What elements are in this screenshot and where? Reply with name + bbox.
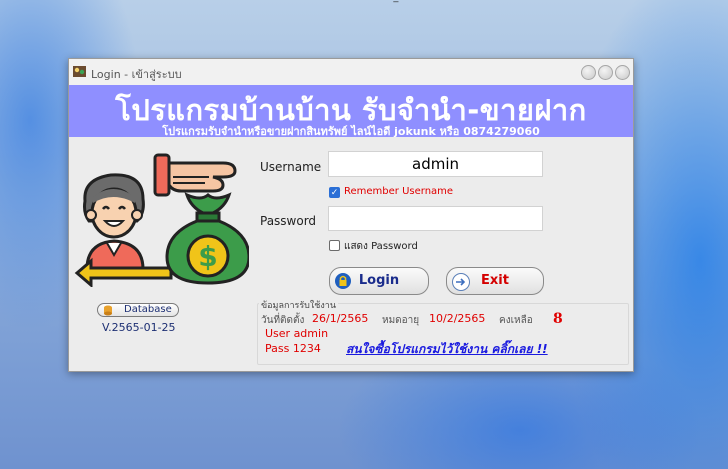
banner: โปรแกรมบ้านบ้าน รับจำนำ-ขายฝาก โปรแกรมรั… — [69, 85, 633, 138]
minimize-button[interactable] — [581, 65, 596, 80]
expire-date-label: หมดอายุ — [382, 315, 420, 326]
money-bag-icon: $ — [165, 192, 249, 285]
database-icon — [104, 305, 112, 316]
expire-date-value: 10/2/2565 — [429, 312, 486, 325]
app-icon — [73, 66, 86, 77]
svg-text:$: $ — [198, 240, 217, 273]
login-window: Login - เข้าสู่ระบบ โปรแกรมบ้านบ้าน รับจ… — [68, 58, 634, 372]
login-button-label: Login — [358, 273, 400, 288]
username-input[interactable]: admin — [328, 151, 543, 177]
user-line: User admin — [265, 327, 329, 340]
username-label: Username — [260, 160, 322, 174]
pawn-illustration-icon: $ — [74, 153, 249, 287]
usage-info-legend: ข้อมูลการรับใช้งาน — [259, 298, 338, 312]
window-title: Login - เข้าสู่ระบบ — [91, 68, 182, 81]
buy-program-link[interactable]: สนใจซื้อโปรแกรมไว้ใช้งาน คลิ๊กเลย !! — [346, 340, 548, 359]
desktop-top-text: bonuaa_dai — [356, 0, 414, 3]
hand-icon — [153, 153, 237, 197]
person-icon — [83, 173, 145, 271]
remember-username-checkbox[interactable]: ✓ — [329, 187, 340, 198]
banner-subtitle: โปรแกรมรับจำนำหรือขายฝากสินทรัพย์ ไลน์ไอ… — [162, 125, 540, 138]
exit-button-label: Exit — [481, 273, 509, 288]
remaining-days-label: คงเหลือ — [499, 315, 533, 326]
exit-button[interactable]: Exit — [446, 267, 544, 295]
show-password-checkbox[interactable] — [329, 240, 340, 251]
maximize-button[interactable] — [598, 65, 613, 80]
remember-username-label[interactable]: Remember Username — [344, 186, 453, 197]
password-label: Password — [260, 214, 317, 228]
remaining-days-value: 8 — [553, 311, 563, 327]
show-password-label[interactable]: แสดง Password — [344, 239, 418, 254]
install-date-label: วันที่ติดตั้ง — [261, 315, 305, 326]
install-date-value: 26/1/2565 — [312, 312, 369, 325]
database-label: Database — [124, 304, 172, 315]
version-label: V.2565-01-25 — [102, 321, 176, 334]
title-bar[interactable]: Login - เข้าสู่ระบบ — [69, 59, 633, 85]
login-button[interactable]: Login — [329, 267, 429, 295]
database-button[interactable]: Database — [97, 303, 179, 317]
password-input[interactable] — [328, 206, 543, 231]
close-button[interactable] — [615, 65, 630, 80]
pass-line: Pass 1234 — [265, 342, 321, 355]
